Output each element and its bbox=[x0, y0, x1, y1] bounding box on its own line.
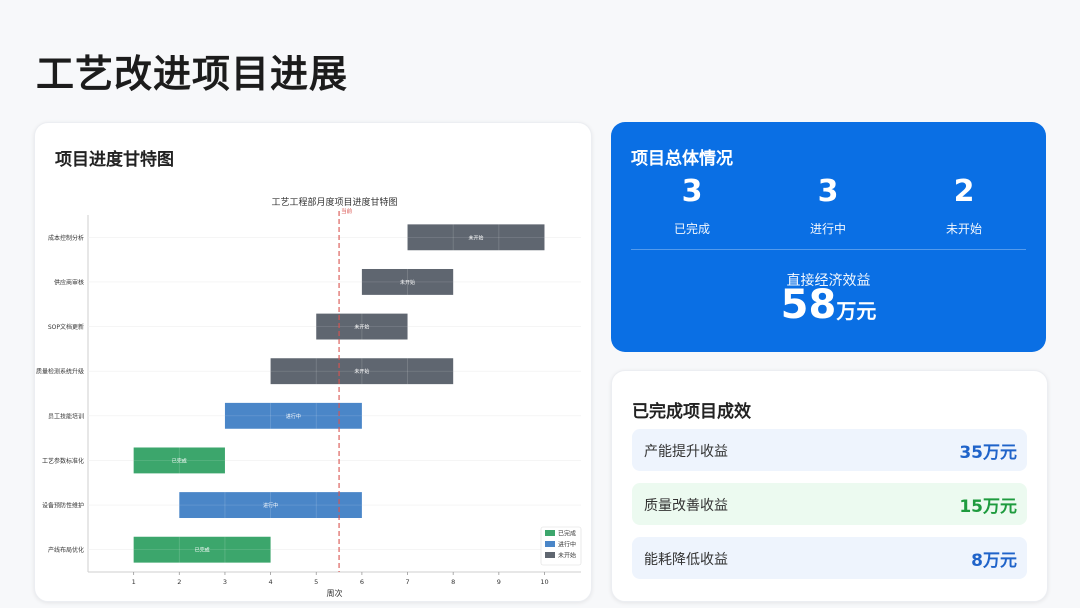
today-label: 当前 bbox=[341, 207, 353, 215]
legend-swatch bbox=[545, 541, 555, 547]
bar-status-label: 未开始 bbox=[354, 368, 369, 375]
stat-in-progress-value: 3 bbox=[817, 174, 839, 209]
bar-status-label: 已完成 bbox=[172, 457, 187, 464]
bar-status-label: 未开始 bbox=[400, 279, 415, 286]
y-tick-label: 工艺参数标准化 bbox=[42, 457, 84, 465]
x-tick-label: 2 bbox=[177, 578, 181, 586]
stat-completed-label: 已完成 bbox=[673, 222, 710, 236]
result-label: 产能提升收益 bbox=[644, 444, 728, 460]
benefit-value: 58万元 bbox=[611, 282, 1046, 328]
page-title: 工艺改进项目进展 bbox=[36, 52, 349, 96]
gantt-card: 项目进度甘特图 工艺工程部月度项目进度甘特图 1 2 3 4 5 6 7 8 9 10 周次 成本控制分… bbox=[34, 122, 592, 602]
bar-status-label: 已完成 bbox=[195, 547, 210, 554]
y-tick-label: 供应商审核 bbox=[54, 278, 84, 286]
result-row-quality: 质量改善收益 15万元 bbox=[632, 483, 1027, 525]
result-row-capacity: 产能提升收益 35万元 bbox=[632, 429, 1027, 471]
y-tick-label: SOP文档更新 bbox=[48, 323, 84, 331]
x-tick-label: 9 bbox=[497, 578, 501, 586]
x-tick-label: 5 bbox=[314, 578, 318, 586]
x-tick-label: 8 bbox=[451, 578, 455, 586]
bar-status-label: 进行中 bbox=[263, 502, 278, 509]
legend-swatch bbox=[545, 530, 555, 536]
result-value: 15万元 bbox=[959, 497, 1017, 517]
summary-card: 项目总体情况 3 已完成 3 进行中 2 未开始 直接经济效益 58万元 bbox=[611, 122, 1046, 352]
bar-status-label: 未开始 bbox=[354, 324, 369, 331]
stat-in-progress-label: 进行中 bbox=[809, 222, 846, 236]
results-title: 已完成项目成效 bbox=[632, 402, 751, 422]
benefit-amount: 58 bbox=[780, 282, 837, 328]
legend-label: 未开始 bbox=[558, 552, 576, 560]
bar-status-label: 进行中 bbox=[286, 413, 301, 420]
benefit-unit: 万元 bbox=[836, 299, 877, 323]
results-card: 已完成项目成效 产能提升收益 35万元 质量改善收益 15万元 能耗降低收益 8… bbox=[611, 370, 1048, 602]
stat-not-started-label: 未开始 bbox=[945, 222, 982, 236]
bar-status-label: 未开始 bbox=[469, 234, 484, 241]
y-tick-label: 成本控制分析 bbox=[48, 234, 84, 242]
result-label: 质量改善收益 bbox=[644, 498, 728, 514]
y-tick-label: 产线布局优化 bbox=[48, 546, 84, 554]
summary-title: 项目总体情况 bbox=[631, 149, 733, 169]
y-tick-label: 质量检测系统升级 bbox=[36, 368, 84, 376]
stat-not-started-value: 2 bbox=[953, 174, 975, 209]
result-label: 能耗降低收益 bbox=[644, 552, 728, 568]
x-tick-label: 3 bbox=[223, 578, 227, 586]
x-tick-label: 7 bbox=[405, 578, 409, 586]
stat-not-started: 2 未开始 bbox=[904, 172, 1024, 237]
y-tick-label: 设备预防性维护 bbox=[42, 502, 84, 510]
x-axis-label: 周次 bbox=[327, 588, 343, 598]
summary-divider bbox=[631, 249, 1026, 250]
result-row-energy: 能耗降低收益 8万元 bbox=[632, 537, 1027, 579]
x-tick-label: 10 bbox=[540, 578, 548, 586]
chart-title: 工艺工程部月度项目进度甘特图 bbox=[271, 196, 397, 208]
x-tick-label: 1 bbox=[132, 578, 136, 586]
stat-completed-value: 3 bbox=[681, 174, 703, 209]
legend-label: 已完成 bbox=[558, 530, 576, 538]
y-tick-label: 员工技能培训 bbox=[48, 412, 84, 420]
gantt-chart: 工艺工程部月度项目进度甘特图1 2 3 4 5 6 7 8 9 10周次成本控制分析 未开始供应商审… bbox=[36, 196, 582, 598]
stat-completed: 3 已完成 bbox=[632, 172, 752, 237]
x-tick-label: 4 bbox=[269, 578, 273, 586]
legend-swatch bbox=[545, 552, 555, 558]
legend-label: 进行中 bbox=[558, 541, 576, 549]
x-tick-label: 6 bbox=[360, 578, 364, 586]
result-value: 8万元 bbox=[971, 551, 1017, 571]
result-value: 35万元 bbox=[959, 443, 1017, 463]
stat-in-progress: 3 进行中 bbox=[768, 172, 888, 237]
